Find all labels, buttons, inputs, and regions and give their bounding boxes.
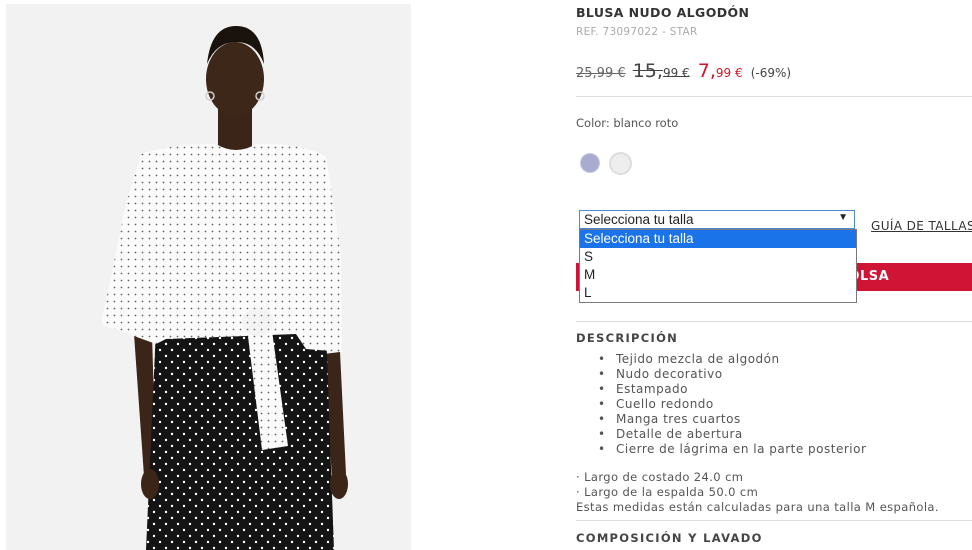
measurement-line: · Largo de la espalda 50.0 cm (576, 485, 759, 499)
size-select[interactable]: Selecciona tu talla ▼ (579, 210, 855, 229)
price-original: 25,99 € (576, 66, 626, 81)
product-info: BLUSA NUDO ALGODÓN REF. 73097022 - STAR … (576, 0, 972, 550)
list-item: Detalle de abertura (598, 427, 866, 442)
discount-badge: (-69%) (750, 66, 792, 80)
size-option-m[interactable]: M (580, 266, 856, 284)
size-option-placeholder[interactable]: Selecciona tu talla (580, 230, 856, 248)
size-dropdown[interactable]: Selecciona tu talla S M L (579, 229, 857, 303)
product-title: BLUSA NUDO ALGODÓN (576, 5, 750, 20)
list-item: Manga tres cuartos (598, 412, 866, 427)
size-option-s[interactable]: S (580, 248, 856, 266)
size-select-value: Selecciona tu talla (584, 212, 694, 227)
price-previous: 15,99 € (632, 60, 690, 82)
color-swatch-off-white[interactable] (609, 152, 632, 175)
list-item: Nudo decorativo (598, 367, 866, 382)
list-item: Cuello redondo (598, 397, 866, 412)
divider (576, 321, 972, 322)
size-guide-link[interactable]: GUÍA DE TALLAS (871, 219, 972, 233)
product-reference: REF. 73097022 - STAR (576, 26, 698, 38)
list-item: Cierre de lágrima en la parte posterior (598, 442, 866, 457)
measurement-note: Estas medidas están calculadas para una … (576, 500, 939, 514)
measurements: · Largo de costado 24.0 cm · Largo de la… (576, 470, 939, 515)
price-current: 7,99 € (697, 60, 743, 82)
measurement-line: · Largo de costado 24.0 cm (576, 470, 744, 484)
divider (576, 520, 972, 521)
composition-heading[interactable]: COMPOSICIÓN Y LAVADO (576, 531, 763, 545)
color-swatch-lavender[interactable] (580, 153, 600, 173)
divider (576, 96, 972, 97)
price-block: 25,99 € 15,99 € 7,99 € (-69%) (576, 60, 791, 82)
product-image[interactable] (6, 4, 411, 550)
list-item: Tejido mezcla de algodón (598, 352, 866, 367)
chevron-down-icon: ▼ (838, 212, 848, 223)
list-item: Estampado (598, 382, 866, 397)
feature-list: Tejido mezcla de algodón Nudo decorativo… (576, 352, 866, 457)
color-label: Color: blanco roto (576, 116, 679, 130)
size-option-l[interactable]: L (580, 284, 856, 302)
description-heading[interactable]: DESCRIPCIÓN (576, 331, 678, 345)
